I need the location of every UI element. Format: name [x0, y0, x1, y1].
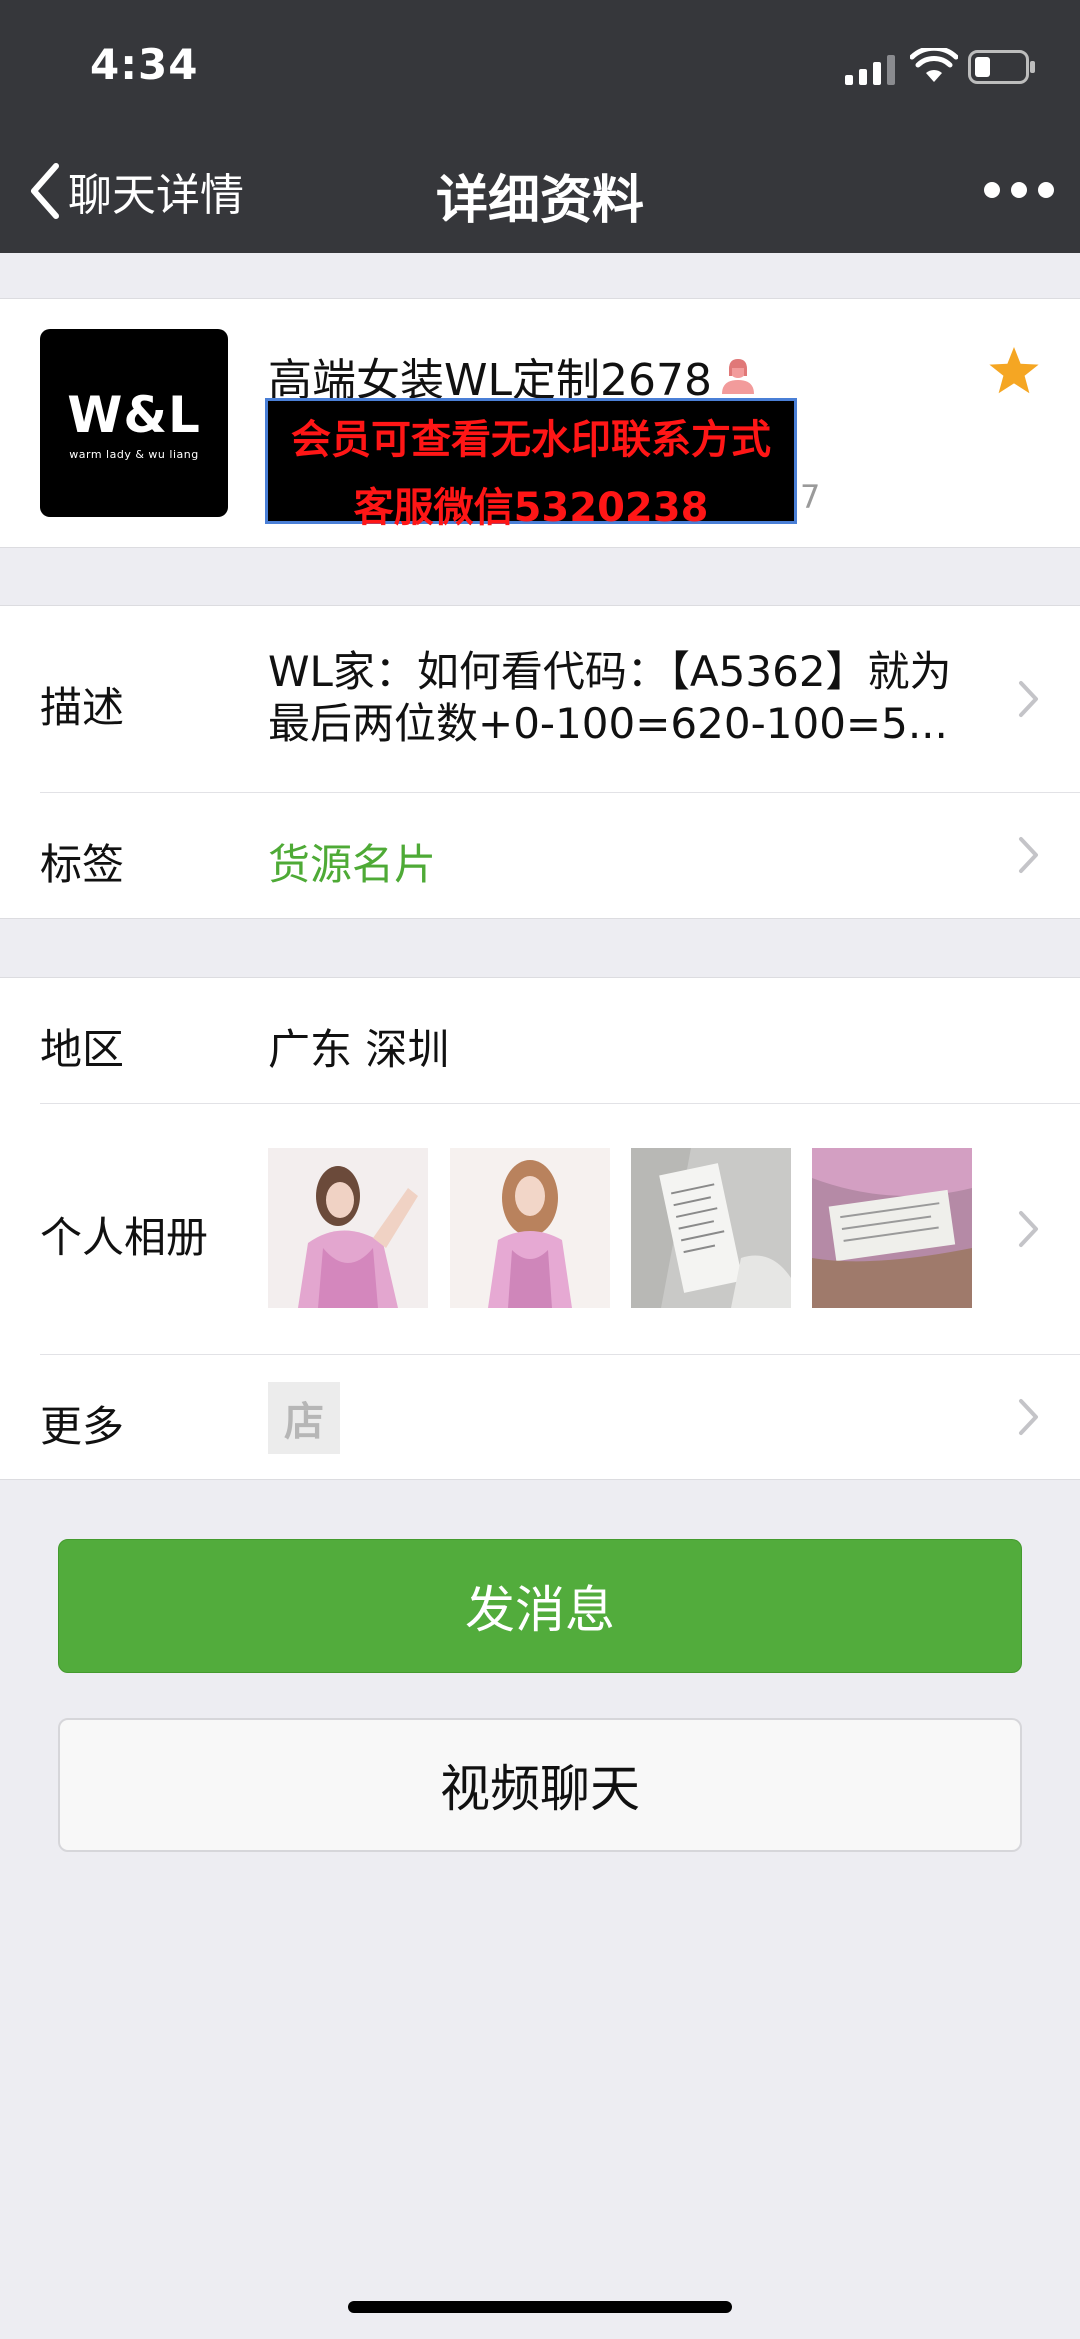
chevron-right-icon	[1019, 1399, 1038, 1435]
description-row[interactable]: 描述 WL家：如何看代码：【A5362】就为最后两位数+0-100=620-10…	[0, 606, 1080, 792]
avatar-logo: W&L	[67, 385, 201, 444]
chevron-right-icon	[1019, 837, 1038, 873]
more-label: 更多	[40, 1402, 125, 1451]
region-value: 广东 深圳	[268, 1025, 450, 1074]
avatar[interactable]: W&L warm lady & wu liang	[40, 329, 228, 517]
page-title: 详细资料	[435, 171, 644, 231]
star-icon[interactable]	[986, 344, 1042, 400]
album-label: 个人相册	[40, 1213, 209, 1262]
photo-model-pink-dress	[450, 1148, 610, 1308]
album-photo[interactable]	[268, 1148, 428, 1308]
region-row: 地区 广东 深圳	[0, 978, 1080, 1103]
chevron-right-icon	[1019, 1211, 1038, 1247]
album-photo[interactable]	[812, 1148, 972, 1308]
more-options-button[interactable]	[984, 170, 1054, 210]
more-dot-icon	[1038, 182, 1054, 198]
status-time: 4:34	[90, 40, 199, 89]
more-dot-icon	[984, 182, 1000, 198]
more-row[interactable]: 更多	[0, 1355, 1080, 1480]
send-message-button[interactable]: 发消息	[58, 1539, 1022, 1673]
tags-value: 货源名片	[268, 840, 437, 889]
video-chat-button[interactable]: 视频聊天	[58, 1718, 1022, 1852]
info-section-2: 地区 广东 深圳 个人相册 更多 店	[0, 977, 1080, 1480]
cellular-signal-icon	[845, 55, 895, 85]
shop-icon: 店	[268, 1382, 340, 1454]
photo-care-label	[631, 1148, 791, 1308]
watermark-overlay: 会员可查看无水印联系方式 客服微信5320238	[265, 398, 797, 531]
album-photo[interactable]	[631, 1148, 791, 1308]
photo-model-pink-top	[268, 1148, 428, 1308]
top-header: 4:34 聊天详情 详细资料	[0, 0, 1080, 253]
more-dot-icon	[1011, 182, 1027, 198]
battery-icon	[968, 50, 1035, 84]
info-section-1: 描述 WL家：如何看代码：【A5362】就为最后两位数+0-100=620-10…	[0, 605, 1080, 919]
photo-pink-fabric-label	[812, 1148, 972, 1308]
navigation-bar: 聊天详情 详细资料	[0, 140, 1080, 240]
chevron-right-icon	[1019, 681, 1038, 717]
female-gender-icon	[722, 359, 754, 394]
tags-row[interactable]: 标签 货源名片	[0, 793, 1080, 919]
avatar-subtitle: warm lady & wu liang	[69, 447, 199, 461]
watermark-line2: 客服微信5320238	[353, 485, 709, 531]
home-indicator	[348, 2301, 732, 2313]
wifi-icon	[910, 48, 958, 82]
wechat-id-tail: 7	[800, 478, 821, 516]
region-label: 地区	[40, 1025, 125, 1074]
tags-label: 标签	[40, 840, 125, 889]
watermark-line1: 会员可查看无水印联系方式	[291, 417, 771, 463]
status-bar: 4:34	[0, 0, 1080, 130]
description-label: 描述	[40, 683, 125, 732]
album-photo[interactable]	[450, 1148, 610, 1308]
description-value: WL家：如何看代码：【A5362】就为最后两位数+0-100=620-100=5…	[268, 647, 952, 748]
